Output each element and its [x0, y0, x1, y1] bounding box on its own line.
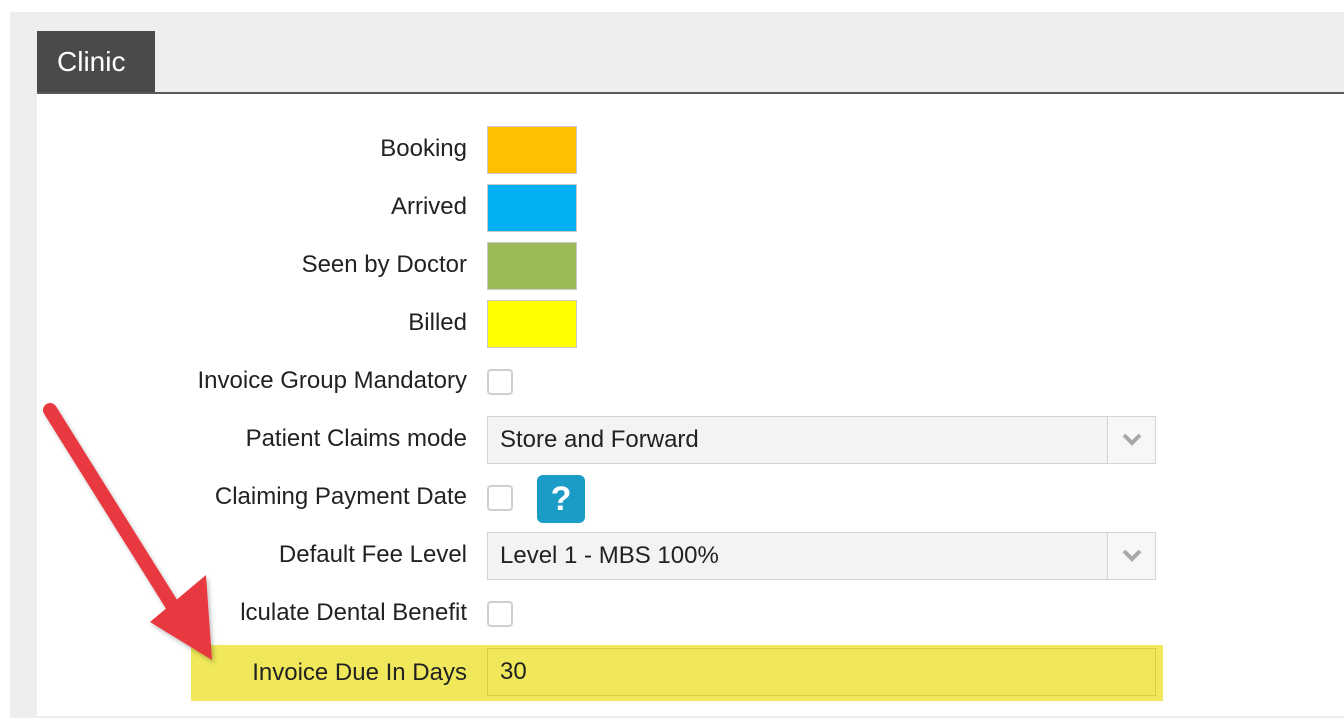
- seen-by-doctor-color-swatch[interactable]: [487, 242, 577, 290]
- tab-clinic[interactable]: Clinic: [37, 31, 155, 93]
- billed-color-swatch[interactable]: [487, 300, 577, 348]
- booking-color-swatch[interactable]: [487, 126, 577, 174]
- billed-label: Billed: [408, 309, 467, 336]
- chevron-down-icon[interactable]: [1107, 533, 1155, 579]
- page: Clinic Booking Arrived Seen by Doctor Bi…: [0, 0, 1344, 724]
- booking-label: Booking: [380, 135, 467, 162]
- chevron-down-icon[interactable]: [1107, 417, 1155, 463]
- invoice-due-in-days-value: 30: [500, 658, 527, 685]
- patient-claims-mode-value: Store and Forward: [500, 426, 699, 453]
- patient-claims-mode-select[interactable]: Store and Forward: [487, 416, 1156, 464]
- calculate-dental-benefit-checkbox[interactable]: [487, 601, 513, 627]
- arrived-color-swatch[interactable]: [487, 184, 577, 232]
- claiming-payment-date-checkbox[interactable]: [487, 485, 513, 511]
- calculate-dental-benefit-label: lculate Dental Benefit: [240, 599, 467, 626]
- claiming-payment-date-label: Claiming Payment Date: [214, 483, 467, 510]
- seen-by-doctor-label: Seen by Doctor: [301, 251, 467, 278]
- default-fee-level-select[interactable]: Level 1 - MBS 100%: [487, 532, 1156, 580]
- invoice-due-in-days-input[interactable]: 30: [487, 648, 1156, 696]
- invoice-due-in-days-label: Invoice Due In Days: [252, 659, 467, 686]
- clinic-settings-content: [37, 94, 1344, 716]
- default-fee-level-label: Default Fee Level: [278, 541, 467, 568]
- help-icon[interactable]: ?: [537, 475, 585, 523]
- invoice-group-mandatory-label: Invoice Group Mandatory: [197, 367, 467, 394]
- invoice-group-mandatory-checkbox[interactable]: [487, 369, 513, 395]
- patient-claims-mode-label: Patient Claims mode: [245, 425, 467, 452]
- arrived-label: Arrived: [390, 193, 467, 220]
- default-fee-level-value: Level 1 - MBS 100%: [500, 542, 719, 569]
